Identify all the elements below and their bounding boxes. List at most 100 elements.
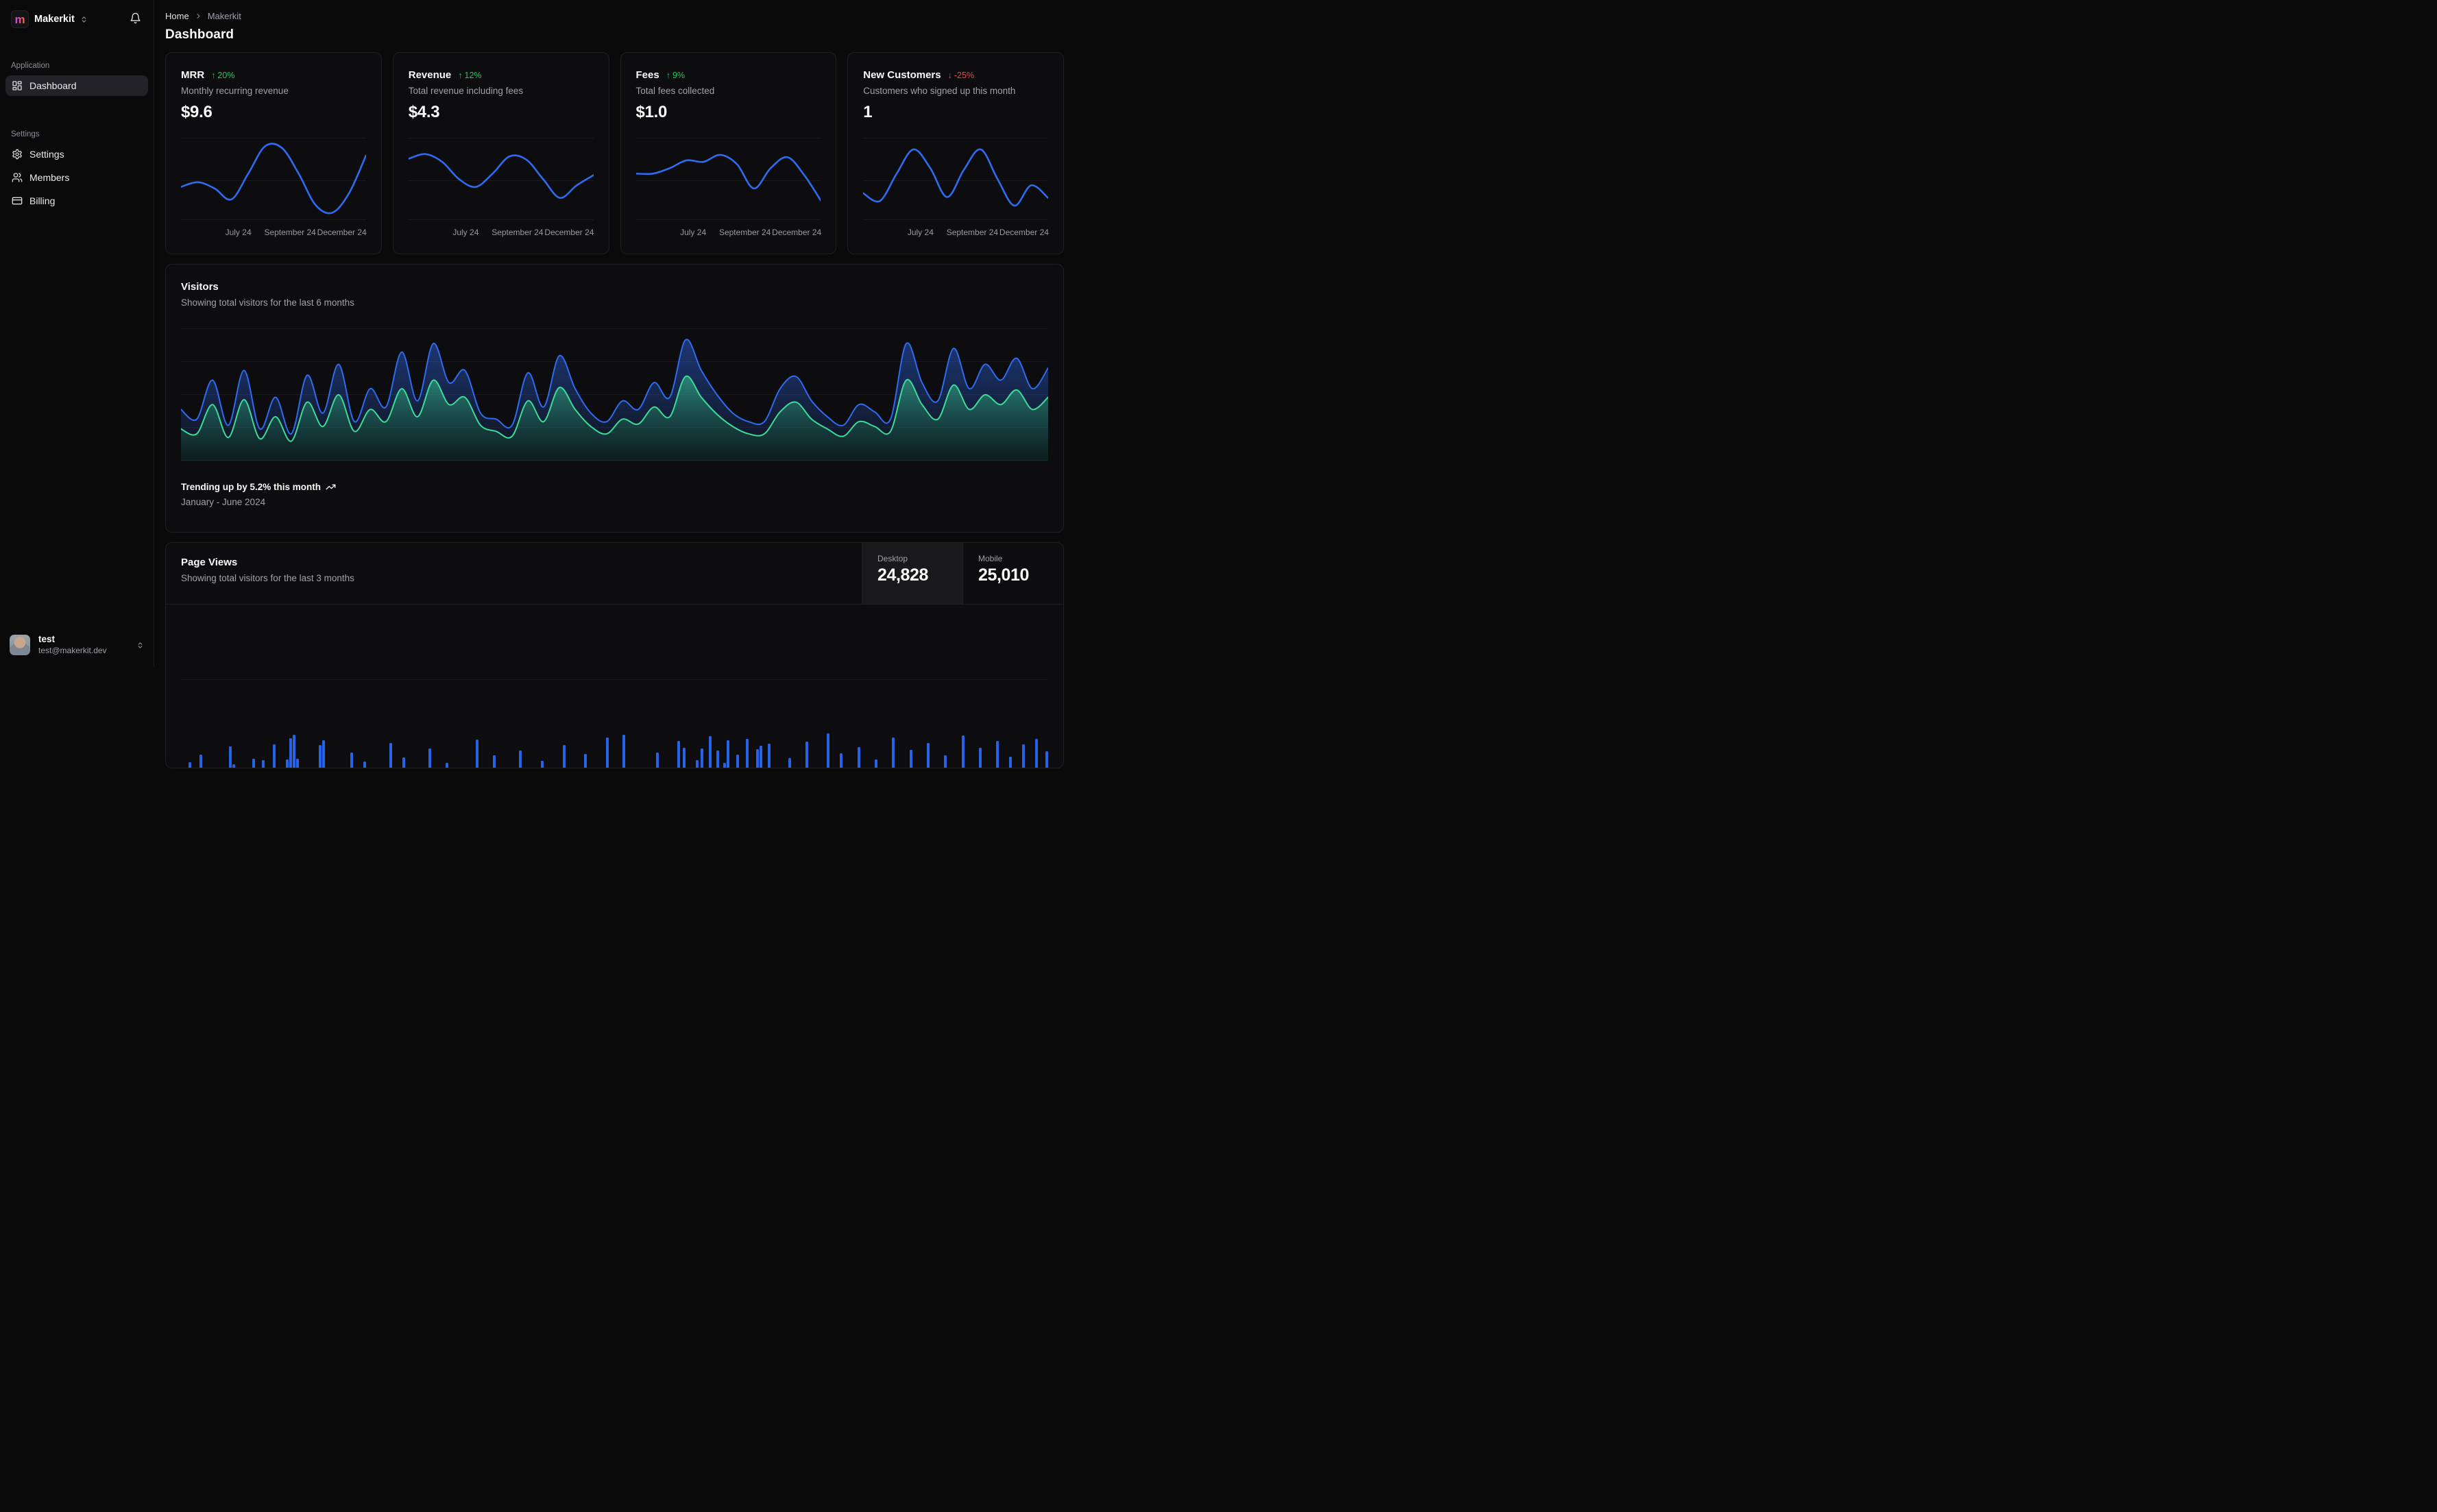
mobile-label: Mobile [978, 554, 1003, 563]
stat-card-mrr: MRR ↑ 20% Monthly recurring revenue $9.6 … [165, 52, 382, 254]
stat-value: $4.3 [408, 103, 440, 121]
fees-sparkline-chart [635, 134, 821, 222]
arrow-up-icon: ↑ [666, 70, 670, 80]
sidebar-item-label: Dashboard [29, 80, 77, 91]
page-views-bar [293, 735, 296, 768]
user-menu[interactable]: test test@makerkit.dev [5, 630, 148, 660]
trend-badge: ↓ -25% [947, 70, 975, 80]
stat-title: Fees [635, 69, 659, 81]
revenue-sparkline-chart [408, 134, 594, 222]
page-views-bar [696, 760, 699, 768]
page-views-bar [656, 753, 659, 768]
main-content: Home Makerkit Dashboard MRR ↑ 20% Monthly… [154, 0, 1075, 768]
page-views-bar [350, 753, 353, 768]
page-views-bar [189, 762, 192, 768]
mobile-value: 25,010 [978, 565, 1030, 585]
stat-value: $9.6 [181, 103, 213, 121]
stat-card-fees: Fees ↑ 9% Total fees collected $1.0 July … [620, 52, 837, 254]
page-views-bar [428, 748, 431, 768]
sidebar-item-dashboard[interactable]: Dashboard [5, 75, 148, 96]
dashboard-icon [12, 80, 23, 91]
sidebar-item-members[interactable]: Members [5, 167, 148, 188]
page-views-bar [926, 743, 930, 768]
page-views-title: Page Views [181, 557, 238, 568]
visitors-subtitle: Showing total visitors for the last 6 mo… [181, 297, 354, 308]
page-views-bar [677, 741, 680, 768]
visitors-trend-text: Trending up by 5.2% this month [181, 482, 322, 492]
page-views-bar [723, 763, 726, 768]
makerkit-logo: m [11, 10, 29, 28]
x-axis-labels: July 24 September 24 December 24 [907, 228, 1049, 237]
trending-up-icon [326, 482, 336, 492]
sidebar-section-label: Application [11, 62, 50, 70]
desktop-value: 24,828 [877, 565, 929, 585]
stat-subtitle: Customers who signed up this month [863, 86, 1016, 96]
breadcrumb-home[interactable]: Home [165, 11, 189, 21]
sidebar-header: m Makerkit [5, 0, 148, 29]
user-avatar [10, 635, 30, 656]
gear-icon [12, 149, 23, 160]
desktop-toggle[interactable]: Desktop 24,828 [862, 543, 962, 604]
visitors-footer: Trending up by 5.2% this month January -… [181, 482, 1048, 507]
page-views-bar [755, 749, 759, 768]
workspace-selector[interactable]: m Makerkit [11, 10, 88, 28]
app-root: m Makerkit Application Dashboard Setting… [0, 0, 1075, 768]
arrow-down-icon: ↓ [947, 70, 952, 80]
page-views-bar [857, 747, 860, 768]
x-axis-labels: July 24 September 24 December 24 [225, 228, 367, 237]
users-icon [12, 172, 23, 183]
page-views-bar [584, 754, 587, 768]
page-views-bar [296, 759, 300, 768]
page-views-bar [726, 740, 729, 768]
page-views-subtitle: Showing total visitors for the last 3 mo… [181, 573, 354, 583]
mrr-sparkline-chart [181, 134, 366, 222]
page-views-bar [805, 742, 808, 768]
page-views-bar [1035, 739, 1039, 768]
page-views-bar [363, 761, 366, 768]
page-views-bar [319, 745, 322, 768]
page-views-bar [540, 761, 544, 768]
mobile-toggle[interactable]: Mobile 25,010 [962, 543, 1063, 604]
stat-card-revenue: Revenue ↑ 12% Total revenue including fee… [392, 52, 609, 254]
chevron-right-icon [195, 12, 202, 20]
page-views-bar [1009, 757, 1013, 768]
stat-value: $1.0 [635, 103, 668, 121]
notifications-button[interactable] [127, 10, 144, 29]
sidebar-section-settings: Settings Settings Members Billing [5, 130, 148, 214]
stat-subtitle: Monthly recurring revenue [181, 86, 289, 96]
page-views-bar [622, 735, 625, 768]
stat-cards-row: MRR ↑ 20% Monthly recurring revenue $9.6 … [165, 52, 1064, 254]
sidebar-item-settings[interactable]: Settings [5, 144, 148, 164]
breadcrumb-current[interactable]: Makerkit [208, 11, 241, 21]
page-views-bar [978, 748, 982, 768]
trend-badge: ↑ 20% [211, 70, 235, 80]
page-views-bar [476, 740, 479, 768]
page-views-bar [996, 741, 999, 768]
visitors-title: Visitors [181, 281, 219, 293]
stat-title: MRR [181, 69, 205, 81]
sidebar: m Makerkit Application Dashboard Setting… [0, 0, 154, 667]
chevrons-up-down-icon [80, 16, 88, 23]
stat-value: 1 [863, 103, 873, 121]
page-views-bar [709, 736, 712, 768]
new-customers-sparkline-chart [863, 134, 1048, 222]
page-views-bar [1022, 744, 1026, 768]
page-views-header: Page Views Showing total visitors for th… [166, 543, 1063, 605]
sidebar-item-billing[interactable]: Billing [5, 191, 148, 211]
page-views-bar [289, 738, 293, 768]
page-views-bar [322, 740, 326, 768]
stat-card-new-customers: New Customers ↓ -25% Customers who signed… [847, 52, 1064, 254]
page-views-bar [252, 759, 255, 768]
page-views-bar [759, 746, 762, 768]
page-views-bar-chart [181, 605, 1048, 768]
page-views-bar [286, 759, 289, 768]
page-views-bar [700, 748, 703, 768]
sidebar-section-application: Application Dashboard [5, 62, 148, 99]
trend-badge: ↑ 12% [458, 70, 482, 80]
page-views-card: Page Views Showing total visitors for th… [165, 542, 1064, 768]
visitors-card: Visitors Showing total visitors for the … [165, 264, 1064, 533]
sidebar-item-label: Settings [29, 149, 64, 160]
page-views-bar [493, 755, 496, 768]
visitors-area-chart [181, 324, 1048, 461]
page-views-bar [273, 744, 276, 768]
